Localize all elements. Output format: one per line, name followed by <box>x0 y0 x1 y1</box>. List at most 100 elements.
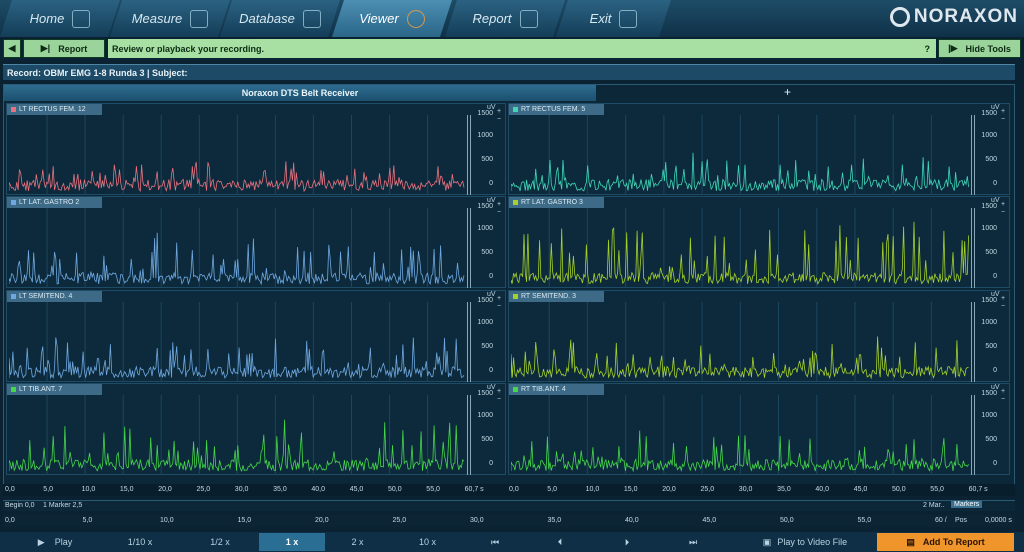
markers-tab[interactable]: Markers <box>951 501 983 508</box>
collapse-icon: |▶ <box>948 43 958 53</box>
add-to-report-button[interactable]: ▤ Add To Report <box>877 533 1014 551</box>
channel-name: RT LAT. GASTRO 3 <box>521 199 583 206</box>
tab-database[interactable]: Database <box>220 0 340 37</box>
channel-label: RT SEMITEND. 3 <box>509 291 604 302</box>
emg-channel-0[interactable]: LT RECTUS FEM. 12 uV 1500 1000 500 0 + − <box>6 103 506 195</box>
back-button[interactable]: ◀ <box>3 39 21 58</box>
cursor-line[interactable] <box>971 208 972 288</box>
y-tick-label: 1500 <box>981 297 997 304</box>
zoom-out-icon[interactable]: − <box>497 303 501 310</box>
emg-signal-plot <box>9 395 465 475</box>
zoom-out-icon[interactable]: − <box>497 396 501 403</box>
timeline-tick: 50,0 <box>780 517 794 524</box>
tab-measure[interactable]: Measure <box>110 0 230 37</box>
toolbar-message: Review or playback your recording.? <box>108 39 936 58</box>
receiver-label: Noraxon DTS Belt Receiver <box>241 88 359 98</box>
timeline-tick: 20,0 <box>315 517 329 524</box>
speed-10x[interactable]: 10 x <box>400 533 455 551</box>
cursor-line[interactable] <box>971 115 972 195</box>
zoom-out-icon[interactable]: − <box>497 116 501 123</box>
y-tick-label: 500 <box>481 156 493 163</box>
y-tick-label: 500 <box>985 156 997 163</box>
play-icon: ▶ <box>37 536 45 547</box>
time-tick-left: 35,0 <box>273 486 287 493</box>
tab-home[interactable]: Home <box>0 0 120 37</box>
speed-0-1x[interactable]: 1/10 x <box>110 533 170 551</box>
add-plot-button[interactable]: + <box>784 85 791 99</box>
marker-1[interactable]: 1 Marker 2,5 <box>43 502 82 509</box>
speed-0-5x[interactable]: 1/2 x <box>190 533 250 551</box>
marker-begin[interactable]: Begin 0,0 <box>5 502 35 509</box>
y-tick-label: 1000 <box>477 319 493 326</box>
y-tick-label: 0 <box>993 460 997 467</box>
channel-color-swatch <box>513 200 518 205</box>
cursor-line[interactable] <box>467 208 468 288</box>
timeline[interactable]: Pos 0,0000 s 0,0 5,0 10,0 15,0 20,0 25,0 30,0 3… <box>3 515 1015 527</box>
emg-channel-1[interactable]: RT RECTUS FEM. 5 uV 1500 1000 500 0 + − <box>508 103 1010 195</box>
pos-label: Pos <box>955 517 968 524</box>
y-tick-label: 1500 <box>981 203 997 210</box>
zoom-in-icon[interactable]: + <box>1001 201 1005 208</box>
tab-viewer[interactable]: Viewer <box>332 0 452 37</box>
help-icon[interactable]: ? <box>925 44 931 54</box>
record-title: Record: OBMr EMG 1-8 Runda 3 | Subject: <box>3 64 1015 80</box>
zoom-out-icon[interactable]: − <box>497 209 501 216</box>
zoom-in-icon[interactable]: + <box>497 201 501 208</box>
y-tick-label: 1000 <box>981 412 997 419</box>
zoom-in-icon[interactable]: + <box>497 295 501 302</box>
emg-channel-5[interactable]: RT SEMITEND. 3 uV 1500 1000 500 0 + − <box>508 290 1010 382</box>
tab-exit[interactable]: Exit <box>556 0 671 37</box>
time-tick-right: 40,0 <box>815 486 830 493</box>
emg-channel-4[interactable]: LT SEMITEND. 4 uV 1500 1000 500 0 + − <box>6 290 506 382</box>
report-button[interactable]: ▶| Report <box>23 39 105 58</box>
skip-start-icon[interactable]: ⏮ <box>475 533 515 551</box>
y-tick-label: 0 <box>993 367 997 374</box>
zoom-out-icon[interactable]: − <box>1001 116 1005 123</box>
report-button-label: Report <box>58 43 88 54</box>
markers-row: Begin 0,0 1 Marker 2,5 2 Mar.. Markers <box>3 500 1015 511</box>
emg-channel-3[interactable]: RT LAT. GASTRO 3 uV 1500 1000 500 0 + − <box>508 196 1010 288</box>
cursor-line[interactable] <box>467 302 468 382</box>
timeline-tick: 0,0 <box>5 517 15 524</box>
home-icon <box>72 10 90 28</box>
marker-2[interactable]: 2 Mar.. <box>923 502 944 509</box>
zoom-in-icon[interactable]: + <box>497 388 501 395</box>
y-tick-label: 1000 <box>981 225 997 232</box>
zoom-out-icon[interactable]: − <box>1001 209 1005 216</box>
play-to-video-button[interactable]: ▣ Play to Video File <box>745 533 865 551</box>
zoom-out-icon[interactable]: − <box>1001 396 1005 403</box>
add-report-icon: ▤ <box>906 536 915 547</box>
zoom-in-icon[interactable]: + <box>497 108 501 115</box>
step-back-icon[interactable]: ⏴ <box>540 533 580 551</box>
tab-report[interactable]: Report <box>445 0 565 37</box>
channel-label: LT TIB.ANT. 7 <box>7 384 102 395</box>
time-tick-left: 10,0 <box>81 486 96 493</box>
receiver-header: Noraxon DTS Belt Receiver <box>4 85 596 101</box>
emg-channel-6[interactable]: LT TIB.ANT. 7 uV 1500 1000 500 0 + − <box>6 383 506 475</box>
channel-name: LT SEMITEND. 4 <box>19 293 73 300</box>
cursor-line[interactable] <box>971 395 972 475</box>
cursor-line[interactable] <box>971 302 972 382</box>
channel-label: RT TIB.ANT. 4 <box>509 384 604 395</box>
emg-trace <box>9 232 465 286</box>
cursor-line[interactable] <box>467 115 468 195</box>
speed-1x[interactable]: 1 x <box>259 533 325 551</box>
emg-channel-2[interactable]: LT LAT. GASTRO 2 uV 1500 1000 500 0 + − <box>6 196 506 288</box>
tab-measure-label: Measure <box>131 11 183 26</box>
skip-end-icon[interactable]: ⏭ <box>673 533 713 551</box>
play-button[interactable]: ▶ Play <box>20 533 90 551</box>
step-forward-icon[interactable]: ⏵ <box>607 533 647 551</box>
hide-tools-button[interactable]: |▶ Hide Tools <box>938 39 1021 58</box>
zoom-in-icon[interactable]: + <box>1001 108 1005 115</box>
zoom-in-icon[interactable]: + <box>1001 295 1005 302</box>
zoom-out-icon[interactable]: − <box>1001 303 1005 310</box>
add-to-report-label: Add To Report <box>922 537 985 547</box>
speed-2x[interactable]: 2 x <box>330 533 385 551</box>
channel-label: LT LAT. GASTRO 2 <box>7 197 102 208</box>
cursor-line[interactable] <box>467 395 468 475</box>
emg-channel-7[interactable]: RT TIB.ANT. 4 uV 1500 1000 500 0 + − <box>508 383 1010 475</box>
brand-name: NORAXON <box>913 6 1018 27</box>
zoom-in-icon[interactable]: + <box>1001 388 1005 395</box>
timeline-tick: 60 / <box>935 517 947 524</box>
emg-signal-plot <box>511 395 969 475</box>
